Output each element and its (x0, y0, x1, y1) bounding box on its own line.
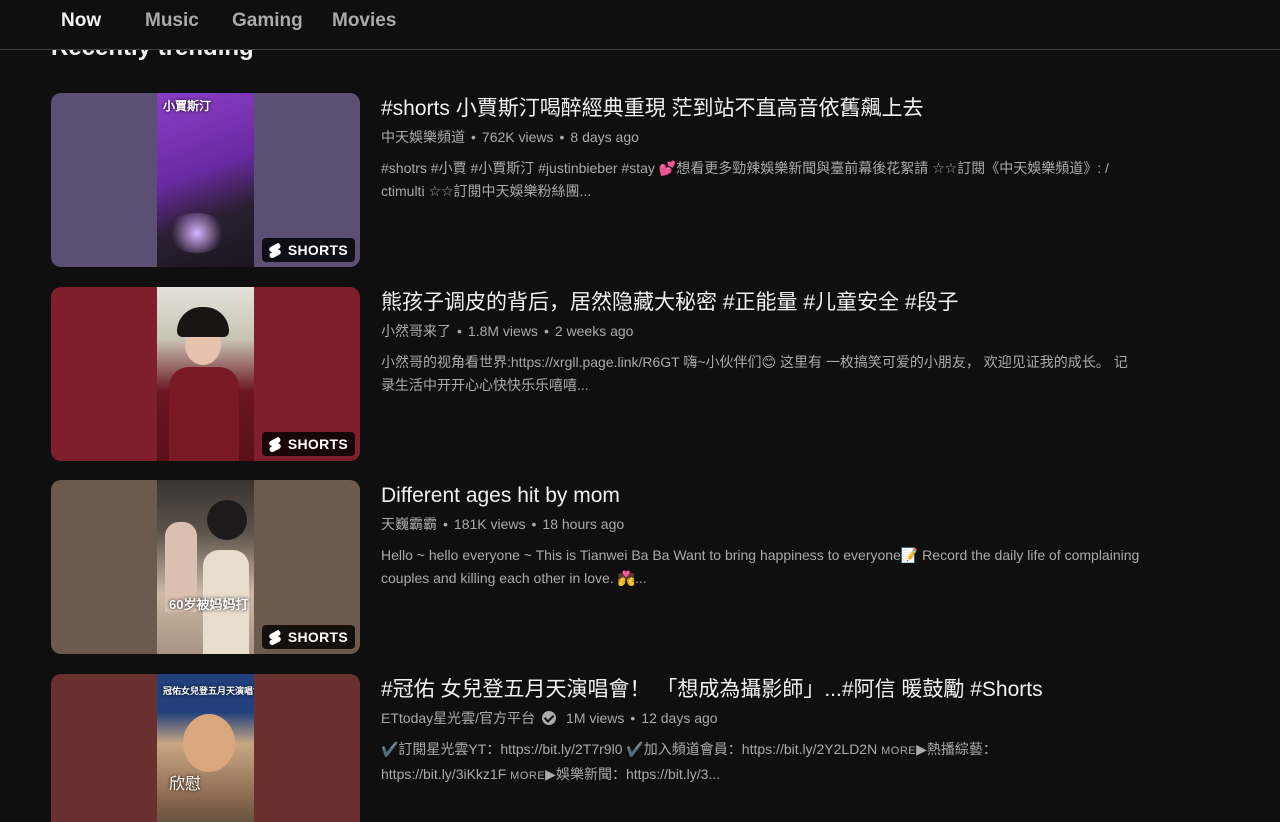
thumbnail-caption: 小賈斯汀 (163, 99, 212, 113)
video-thumbnail[interactable]: 60岁被妈妈打 SHORTS (51, 480, 360, 654)
channel-name[interactable]: 天巍霸霸 (381, 514, 437, 534)
video-info: ETtoday星光雲/官方平台 1M views • 12 days ago (381, 708, 1141, 728)
thumbnail-image: 小賈斯汀 (157, 93, 254, 267)
channel-name[interactable]: ETtoday星光雲/官方平台 (381, 708, 535, 728)
separator-dot: • (457, 323, 462, 339)
video-title[interactable]: 熊孩子调皮的背后，居然隐藏大秘密 #正能量 #儿童安全 #段子 (381, 287, 1141, 318)
upload-age: 2 weeks ago (554, 323, 634, 339)
person-hair (177, 307, 229, 337)
shorts-badge: SHORTS (261, 432, 355, 456)
desc-more-label: MORE (510, 770, 546, 782)
view-count: 762K views (481, 129, 554, 145)
separator-dot: • (471, 129, 476, 145)
video-meta: 熊孩子调皮的背后，居然隐藏大秘密 #正能量 #儿童安全 #段子 小然哥来了 • … (381, 287, 1141, 397)
channel-name[interactable]: 小然哥来了 (381, 321, 451, 341)
stage-light (167, 213, 227, 253)
thumbnail-image (157, 287, 254, 461)
video-item: SHORTS 熊孩子调皮的背后，居然隐藏大秘密 #正能量 #儿童安全 #段子 小… (51, 287, 1151, 461)
video-item: 60岁被妈妈打 SHORTS Different ages hit by mom… (51, 480, 1151, 654)
view-count: 181K views (453, 516, 526, 532)
shorts-icon (269, 629, 281, 645)
separator-dot: • (543, 323, 549, 339)
person-body (169, 367, 239, 461)
shorts-label: SHORTS (287, 629, 348, 645)
shorts-badge: SHORTS (261, 625, 355, 649)
video-meta: Different ages hit by mom 天巍霸霸 • 181K vi… (381, 480, 1141, 590)
upload-age: 12 days ago (641, 710, 718, 726)
separator-dot: • (443, 516, 448, 532)
shorts-label: SHORTS (287, 242, 348, 258)
tab-music[interactable]: Music (145, 10, 199, 32)
upload-age: 18 hours ago (542, 516, 625, 532)
separator-dot: • (559, 129, 565, 145)
thumbnail-caption: 60岁被妈妈打 (169, 597, 249, 612)
video-info: 中天娛樂頻道 • 762K views • 8 days ago (381, 127, 1141, 147)
video-info: 小然哥来了 • 1.8M views • 2 weeks ago (381, 321, 1141, 341)
person-face (183, 714, 235, 772)
view-count: 1M views (566, 710, 625, 726)
separator-dot: • (630, 710, 636, 726)
video-thumbnail[interactable]: 小賈斯汀 SHORTS (51, 93, 360, 267)
upload-age: 8 days ago (570, 129, 639, 145)
thumbnail-caption: 欣慰 (169, 776, 202, 793)
video-description: 小然哥的视角看世界:https://xrgll.page.link/R6GT 嗨… (381, 354, 1128, 393)
tab-gaming[interactable]: Gaming (232, 10, 303, 32)
video-description: Hello ~ hello everyone ~ This is Tianwei… (381, 547, 1140, 586)
video-description: #shotrs #小賈 #小賈斯汀 #justinbieber #stay 💕想… (381, 160, 1109, 199)
shorts-icon (269, 242, 281, 258)
desc-more-label: MORE (881, 745, 917, 757)
video-item: 小賈斯汀 SHORTS #shorts 小賈斯汀喝醉經典重現 茫到站不直高音依舊… (51, 93, 1151, 267)
thumbnail-image: 冠佑女兒登五月天演唱會! 欣慰 (157, 674, 254, 822)
channel-name[interactable]: 中天娛樂頻道 (381, 127, 465, 147)
video-title[interactable]: Different ages hit by mom (381, 480, 1141, 511)
person-right-hair (207, 500, 247, 540)
video-meta: #冠佑 女兒登五月天演唱會！ 「想成為攝影師」...#阿信 暖鼓勵 #Short… (381, 674, 1141, 788)
video-description: ✔️訂閱星光雲YT：https://bit.ly/2T7r9l0 ✔️加入頻道會… (381, 738, 1141, 788)
desc-line2-part1: https://bit.ly/3iKkz1F (381, 766, 511, 782)
thumbnail-banner: 冠佑女兒登五月天演唱會! (163, 686, 254, 696)
shorts-label: SHORTS (287, 436, 348, 452)
video-thumbnail[interactable]: 冠佑女兒登五月天演唱會! 欣慰 (51, 674, 360, 822)
tab-movies[interactable]: Movies (332, 10, 396, 32)
video-title[interactable]: #shorts 小賈斯汀喝醉經典重現 茫到站不直高音依舊飆上去 (381, 93, 1141, 124)
desc-line2-part2: ▶娛樂新聞：https://bit.ly/3... (545, 766, 721, 782)
thumbnail-image: 60岁被妈妈打 (157, 480, 254, 654)
shorts-badge: SHORTS (261, 238, 355, 262)
video-thumbnail[interactable]: SHORTS (51, 287, 360, 461)
shorts-icon (269, 436, 281, 452)
video-meta: #shorts 小賈斯汀喝醉經典重現 茫到站不直高音依舊飆上去 中天娛樂頻道 •… (381, 93, 1141, 203)
tab-now[interactable]: Now (61, 10, 101, 32)
tab-bar: Now Music Gaming Movies (0, 0, 1280, 50)
view-count: 1.8M views (467, 323, 538, 339)
video-info: 天巍霸霸 • 181K views • 18 hours ago (381, 514, 1141, 534)
video-item: 冠佑女兒登五月天演唱會! 欣慰 #冠佑 女兒登五月天演唱會！ 「想成為攝影師」.… (51, 674, 1151, 822)
desc-line1-part2: ▶熱播綜藝： (916, 741, 997, 757)
video-title[interactable]: #冠佑 女兒登五月天演唱會！ 「想成為攝影師」...#阿信 暖鼓勵 #Short… (381, 674, 1061, 705)
verified-check-icon (542, 711, 557, 725)
separator-dot: • (531, 516, 537, 532)
desc-line1-part1: ✔️訂閱星光雲YT：https://bit.ly/2T7r9l0 ✔️加入頻道會… (381, 741, 882, 757)
